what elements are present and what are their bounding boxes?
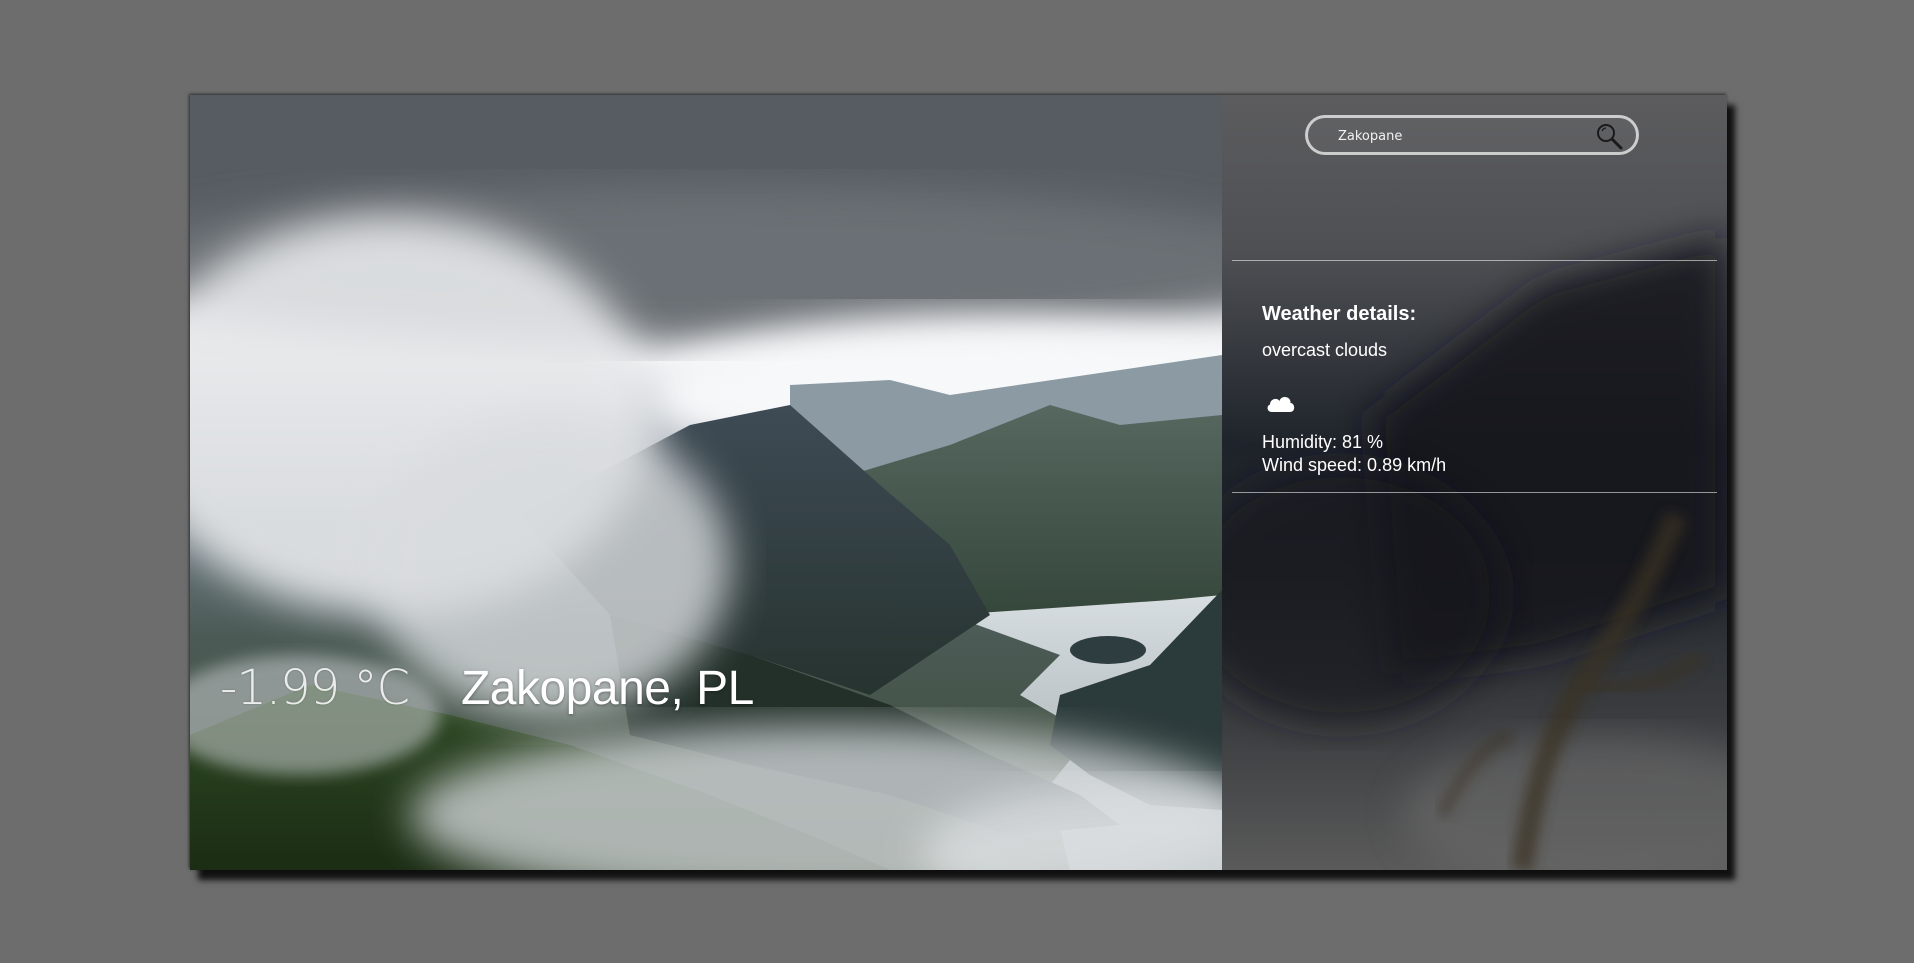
weather-app: -1.99 °C Zakopane, PL Zakopane Weather d… (190, 95, 1727, 870)
weather-description: overcast clouds (1262, 340, 1388, 360)
city-search-box (1305, 115, 1639, 155)
cloud-icon (1267, 397, 1295, 412)
weather-details: Weather details: overcast clouds Humidit… (1262, 303, 1446, 477)
details-title: Weather details: (1262, 303, 1417, 325)
fjord-scenery-image (190, 95, 1222, 870)
location-name: Zakopane, PL (460, 662, 754, 715)
top-divider (1232, 260, 1717, 261)
magnifier-icon[interactable] (1594, 121, 1624, 151)
background-landscape: -1.99 °C Zakopane, PL (190, 95, 1222, 870)
bottom-divider (1232, 492, 1717, 493)
wind-speed-text: Wind speed: 0.89 km/h (1262, 455, 1447, 475)
current-temperature: -1.99 °C (220, 660, 410, 716)
details-panel: Weather details: overcast clouds Humidit… (1222, 95, 1727, 870)
city-search-input[interactable] (1336, 125, 1570, 147)
panel-blurred-background (1222, 235, 1727, 870)
humidity-text: Humidity: 81 % (1262, 432, 1384, 452)
current-weather: -1.99 °C Zakopane, PL (220, 660, 754, 716)
